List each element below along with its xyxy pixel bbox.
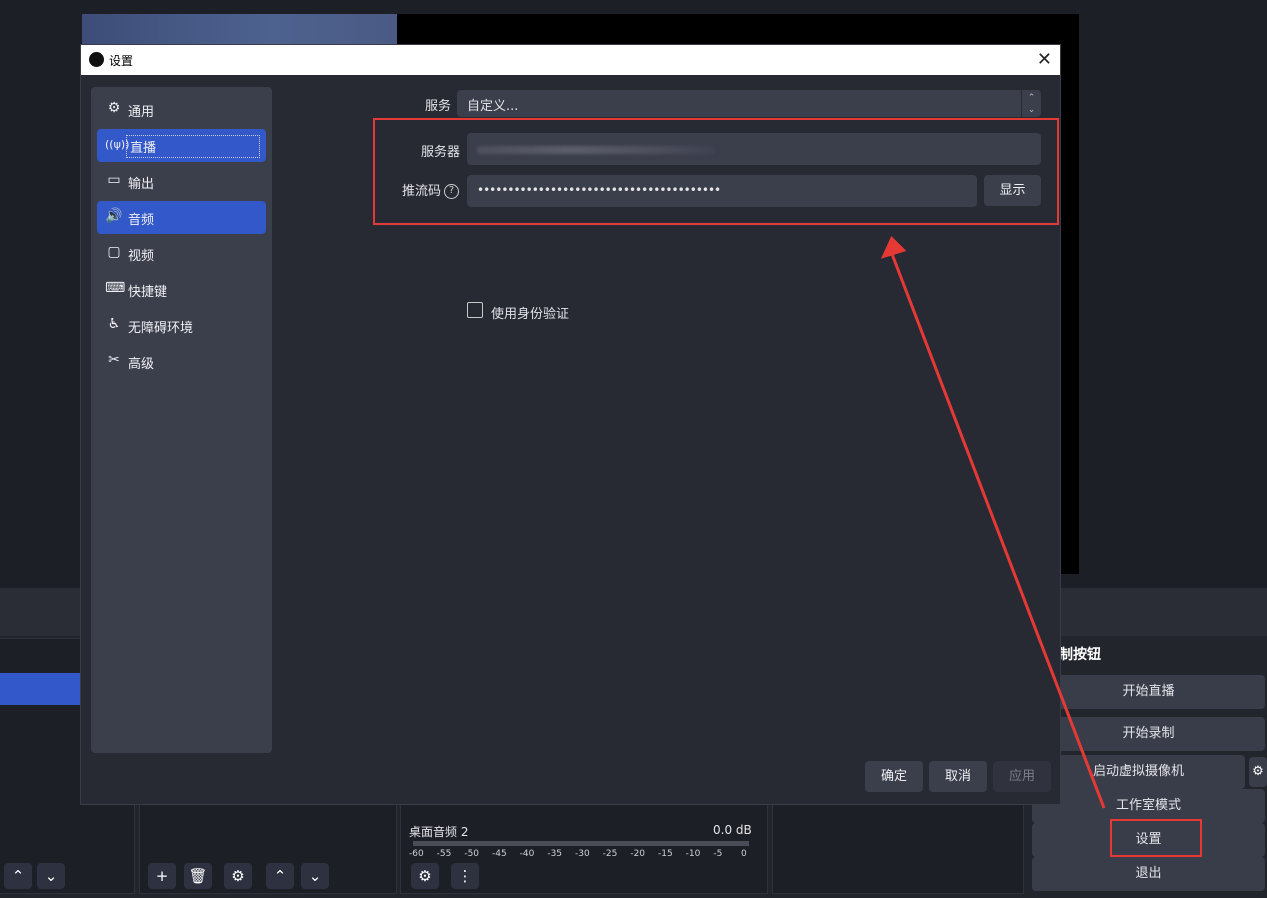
exit-button[interactable]: 退出 xyxy=(1032,857,1265,891)
meter-tick-label: -30 xyxy=(575,849,590,859)
output-icon: ▭ xyxy=(107,172,121,188)
nav-item-hotkeys[interactable]: ⌨ 快捷键 xyxy=(97,273,266,306)
annotation-highlight-box xyxy=(373,118,1059,225)
nav-item-video[interactable]: ▢ 视频 xyxy=(97,237,266,270)
move-down-icon[interactable]: ⌄ xyxy=(37,863,65,889)
use-auth-checkbox[interactable] xyxy=(467,302,483,318)
nav-label: 音频 xyxy=(128,213,155,228)
meter-ticks: -60 -55 -50 -45 -40 -35 -30 -25 -20 -15 -10 -5 0 xyxy=(409,839,747,859)
service-value: 自定义... xyxy=(467,99,519,114)
meter-tick-label: -5 xyxy=(713,849,723,859)
dialog-titlebar: 设置 ✕ xyxy=(81,45,1060,75)
meter-tick-label: -35 xyxy=(547,849,563,859)
nav-label: 通用 xyxy=(128,105,155,120)
accessibility-icon: ♿ xyxy=(107,316,121,332)
studio-mode-button[interactable]: 工作室模式 xyxy=(1032,789,1265,823)
move-down-icon[interactable]: ⌄ xyxy=(301,863,329,889)
meter-tick-label: 0 xyxy=(741,849,747,859)
trash-icon[interactable]: 🗑 xyxy=(184,863,212,889)
virtual-camera-gear-icon[interactable]: ⚙ xyxy=(1249,757,1267,787)
meter-tick-label: -55 xyxy=(436,849,452,859)
start-streaming-button[interactable]: 开始直播 xyxy=(1032,675,1265,709)
monitor-icon: ▢ xyxy=(107,244,121,260)
meter-tick-label: -15 xyxy=(658,849,673,859)
updown-icon: ⌃ ⌄ xyxy=(1021,90,1041,117)
start-recording-button[interactable]: 开始录制 xyxy=(1032,717,1265,751)
apply-button[interactable]: 应用 xyxy=(993,761,1051,792)
meter-tick-label: -45 xyxy=(492,849,507,859)
ok-button[interactable]: 确定 xyxy=(865,761,923,792)
tools-icon: ✂ xyxy=(108,352,120,368)
nav-label: 视频 xyxy=(128,249,155,264)
broadcast-icon: ((ψ)) xyxy=(105,138,130,151)
service-select[interactable]: 自定义... ⌃ ⌄ xyxy=(457,90,1041,117)
more-icon[interactable]: ⋮ xyxy=(451,863,479,889)
move-up-icon[interactable]: ⌃ xyxy=(4,863,32,889)
settings-dialog: 设置 ✕ ⚙ 通用 ((ψ)) 直播 ▭ 输出 🔊 音频 ▢ 视频 ⌨ 快捷键 … xyxy=(80,44,1061,805)
gear-icon: ⚙ xyxy=(107,100,121,116)
nav-label: 输出 xyxy=(128,177,155,192)
cancel-button[interactable]: 取消 xyxy=(929,761,987,792)
nav-item-advanced[interactable]: ✂ 高级 xyxy=(97,345,266,378)
nav-label: 高级 xyxy=(128,357,155,372)
meter-tick-label: -60 xyxy=(409,849,424,859)
dialog-title: 设置 xyxy=(109,54,134,68)
meter-tick-label: -10 xyxy=(685,849,701,859)
mixer-channel-name: 桌面音频 2 xyxy=(409,825,469,839)
meter-tick-label: -25 xyxy=(602,849,618,859)
virtual-camera-button[interactable]: 启动虚拟摄像机 xyxy=(1032,755,1245,789)
settings-nav: ⚙ 通用 ((ψ)) 直播 ▭ 输出 🔊 音频 ▢ 视频 ⌨ 快捷键 ♿ 无障碍… xyxy=(91,87,272,753)
preview-image xyxy=(82,14,397,46)
add-icon[interactable]: + xyxy=(148,863,176,889)
nav-label: 无障碍环境 xyxy=(128,321,194,336)
nav-item-general[interactable]: ⚙ 通用 xyxy=(97,93,266,126)
nav-label: 直播 xyxy=(126,135,260,158)
mixer-level: 0.0 dB xyxy=(713,823,752,837)
meter-tick-label: -40 xyxy=(519,849,535,859)
gear-icon[interactable]: ⚙ xyxy=(224,863,252,889)
meter-tick-label: -20 xyxy=(630,849,646,859)
use-auth-label: 使用身份验证 xyxy=(491,307,570,322)
service-label: 服务 xyxy=(425,99,452,114)
move-up-icon[interactable]: ⌃ xyxy=(266,863,294,889)
close-icon[interactable]: ✕ xyxy=(1037,49,1052,70)
obs-logo-icon xyxy=(89,52,104,67)
speaker-icon: 🔊 xyxy=(105,208,123,224)
nav-item-output[interactable]: ▭ 输出 xyxy=(97,165,266,198)
keyboard-icon: ⌨ xyxy=(105,280,126,296)
nav-label: 快捷键 xyxy=(128,285,168,300)
nav-item-audio[interactable]: 🔊 音频 xyxy=(97,201,266,234)
meter-tick-label: -50 xyxy=(464,849,480,859)
controls-dock-title: 制按钮 xyxy=(1059,647,1101,663)
nav-item-accessibility[interactable]: ♿ 无障碍环境 xyxy=(97,309,266,342)
gear-icon[interactable]: ⚙ xyxy=(411,863,439,889)
nav-item-stream[interactable]: ((ψ)) 直播 xyxy=(97,129,266,162)
settings-highlight-box xyxy=(1110,819,1202,857)
